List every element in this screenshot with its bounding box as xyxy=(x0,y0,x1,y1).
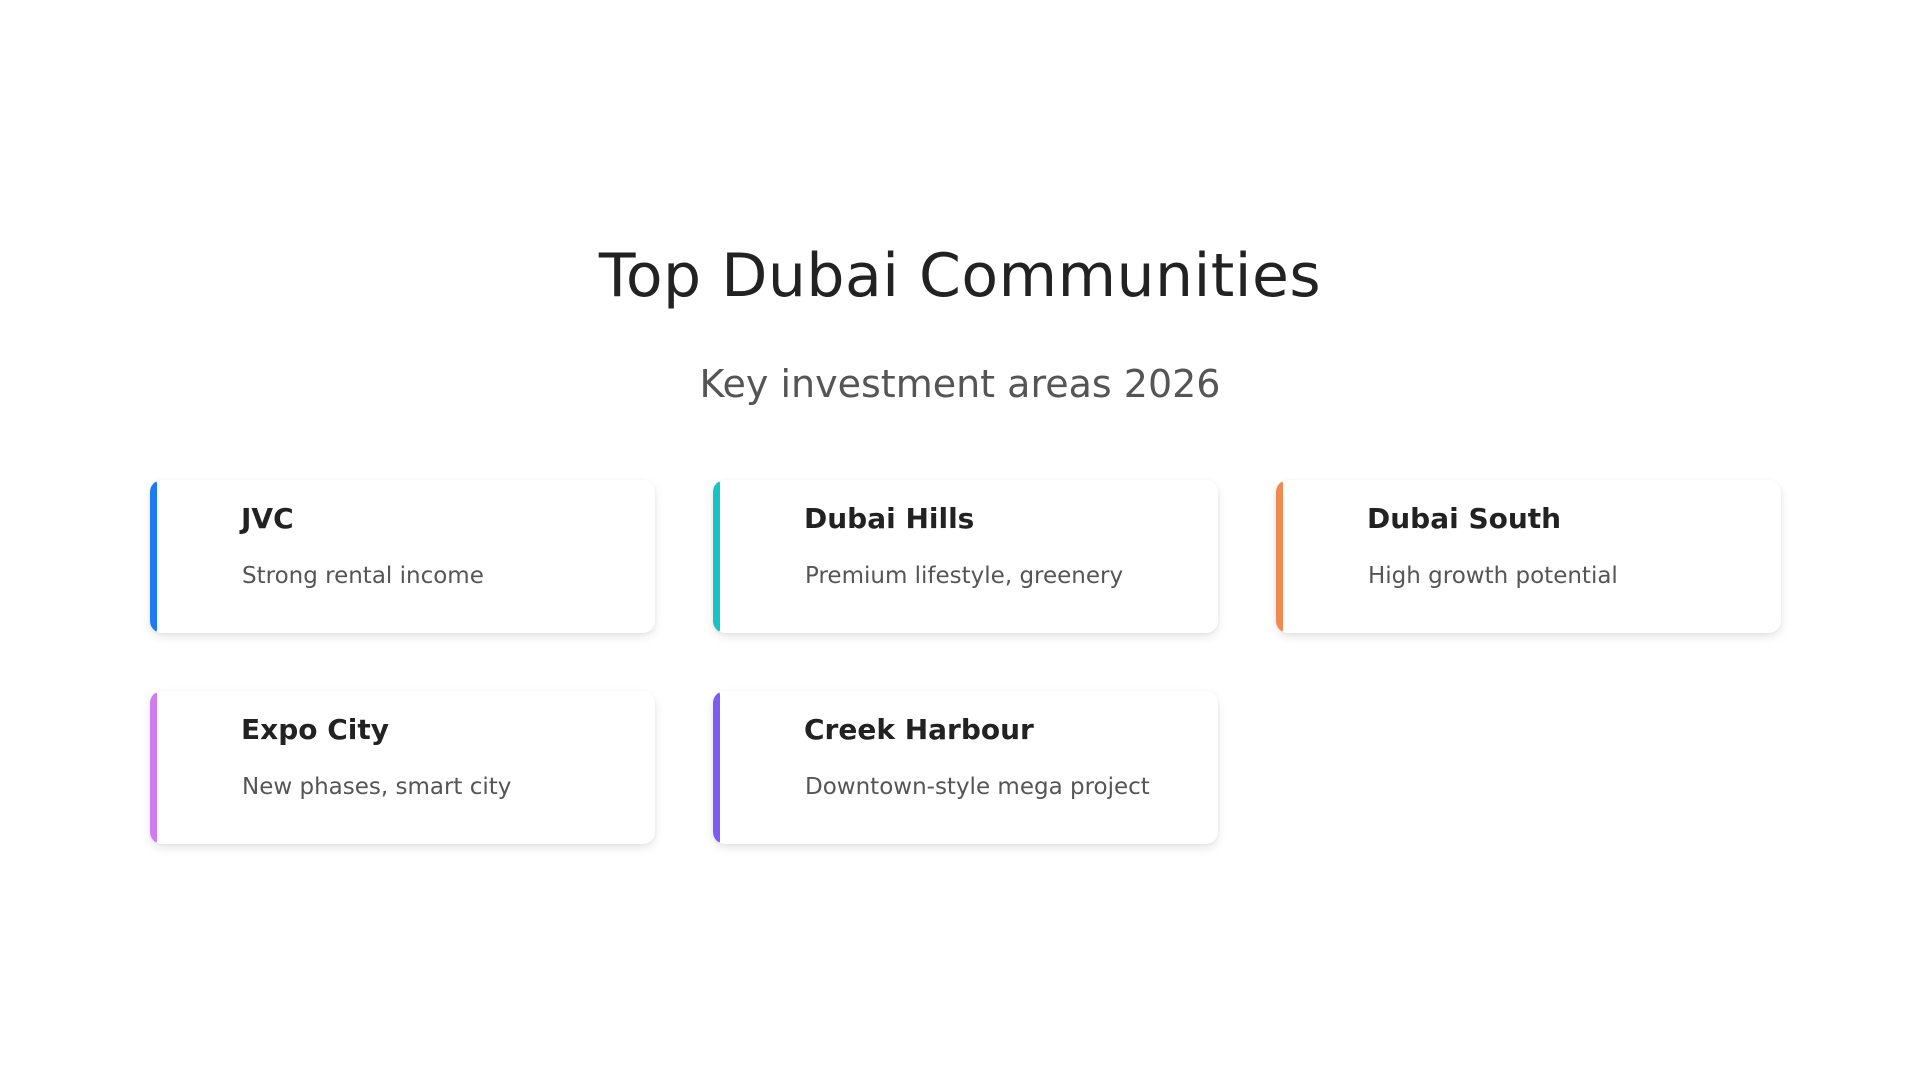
community-card-dubai-hills: Dubai Hills Premium lifestyle, greenery xyxy=(713,480,1218,633)
card-accent-bar xyxy=(150,480,157,633)
card-title: Dubai South xyxy=(1367,502,1562,535)
community-card-expo-city: Expo City New phases, smart city xyxy=(150,691,655,844)
page-title: Top Dubai Communities xyxy=(598,241,1322,311)
community-card-grid: JVC Strong rental income Dubai Hills Pre… xyxy=(150,480,1782,844)
card-title: Expo City xyxy=(241,713,389,746)
card-accent-bar xyxy=(1276,480,1283,633)
card-accent-bar xyxy=(150,691,157,844)
card-description: High growth potential xyxy=(1368,563,1618,589)
card-title: Creek Harbour xyxy=(804,713,1034,746)
card-description: New phases, smart city xyxy=(242,774,512,800)
card-accent-bar xyxy=(713,691,720,844)
card-description: Strong rental income xyxy=(242,563,484,589)
card-title: Dubai Hills xyxy=(804,502,975,535)
community-card-jvc: JVC Strong rental income xyxy=(150,480,655,633)
card-description: Premium lifestyle, greenery xyxy=(805,563,1124,589)
card-title: JVC xyxy=(241,502,294,535)
community-card-creek-harbour: Creek Harbour Downtown-style mega projec… xyxy=(713,691,1218,844)
community-card-dubai-south: Dubai South High growth potential xyxy=(1276,480,1781,633)
card-accent-bar xyxy=(713,480,720,633)
slide: Top Dubai Communities Key investment are… xyxy=(0,0,1920,1080)
page-subtitle: Key investment areas 2026 xyxy=(699,362,1221,406)
card-description: Downtown-style mega project xyxy=(805,774,1150,800)
